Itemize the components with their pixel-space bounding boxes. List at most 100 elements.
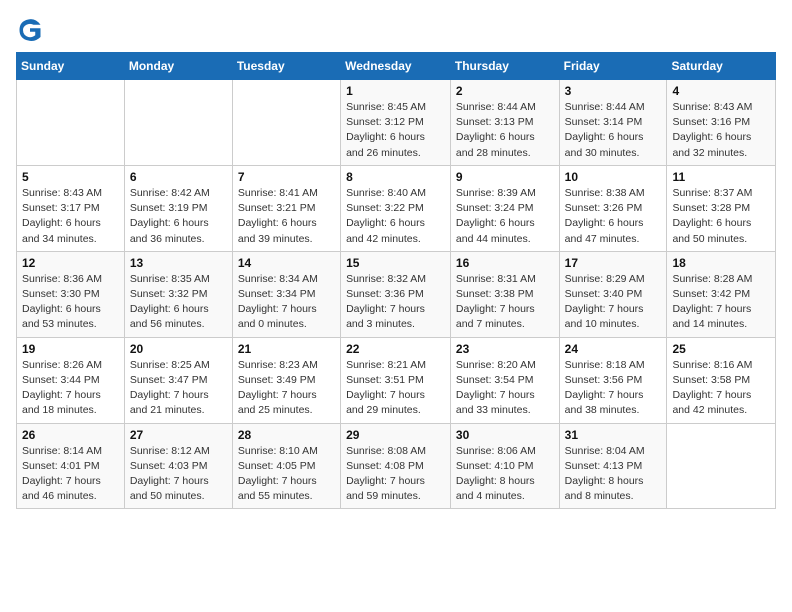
day-info: Sunrise: 8:42 AM Sunset: 3:19 PM Dayligh… xyxy=(130,186,227,247)
day-info: Sunrise: 8:12 AM Sunset: 4:03 PM Dayligh… xyxy=(130,444,227,505)
day-number: 12 xyxy=(22,256,119,270)
day-number: 22 xyxy=(346,342,445,356)
day-info: Sunrise: 8:21 AM Sunset: 3:51 PM Dayligh… xyxy=(346,358,445,419)
week-row-3: 12Sunrise: 8:36 AM Sunset: 3:30 PM Dayli… xyxy=(17,251,776,337)
weekday-header-row: SundayMondayTuesdayWednesdayThursdayFrid… xyxy=(17,53,776,80)
day-cell: 9 Sunrise: 8:39 AM Sunset: 3:24 PM Daylig… xyxy=(450,165,559,251)
day-cell: 27 Sunrise: 8:12 AM Sunset: 4:03 PM Dayli… xyxy=(124,423,232,509)
weekday-header-friday: Friday xyxy=(559,53,667,80)
day-cell: 10 Sunrise: 8:38 AM Sunset: 3:26 PM Dayli… xyxy=(559,165,667,251)
weekday-header-sunday: Sunday xyxy=(17,53,125,80)
day-info: Sunrise: 8:26 AM Sunset: 3:44 PM Dayligh… xyxy=(22,358,119,419)
day-cell xyxy=(232,80,340,166)
day-number: 30 xyxy=(456,428,554,442)
day-number: 20 xyxy=(130,342,227,356)
day-number: 11 xyxy=(672,170,770,184)
day-info: Sunrise: 8:44 AM Sunset: 3:13 PM Dayligh… xyxy=(456,100,554,161)
page-header xyxy=(16,16,776,44)
day-cell: 21 Sunrise: 8:23 AM Sunset: 3:49 PM Dayli… xyxy=(232,337,340,423)
day-number: 31 xyxy=(565,428,662,442)
day-cell: 5Sunrise: 8:43 AM Sunset: 3:17 PM Daylig… xyxy=(17,165,125,251)
day-number: 24 xyxy=(565,342,662,356)
day-info: Sunrise: 8:31 AM Sunset: 3:38 PM Dayligh… xyxy=(456,272,554,333)
day-number: 13 xyxy=(130,256,227,270)
day-cell: 16Sunrise: 8:31 AM Sunset: 3:38 PM Dayli… xyxy=(450,251,559,337)
day-cell: 2Sunrise: 8:44 AM Sunset: 3:13 PM Daylig… xyxy=(450,80,559,166)
day-cell: 25 Sunrise: 8:16 AM Sunset: 3:58 PM Dayli… xyxy=(667,337,776,423)
day-cell: 7Sunrise: 8:41 AM Sunset: 3:21 PM Daylig… xyxy=(232,165,340,251)
day-info: Sunrise: 8:43 AM Sunset: 3:16 PM Dayligh… xyxy=(672,100,770,161)
day-info: Sunrise: 8:38 AM Sunset: 3:26 PM Dayligh… xyxy=(565,186,662,247)
day-cell: 28 Sunrise: 8:10 AM Sunset: 4:05 PM Dayli… xyxy=(232,423,340,509)
day-number: 15 xyxy=(346,256,445,270)
day-info: Sunrise: 8:14 AM Sunset: 4:01 PM Dayligh… xyxy=(22,444,119,505)
day-cell: 8 Sunrise: 8:40 AM Sunset: 3:22 PM Daylig… xyxy=(341,165,451,251)
day-number: 19 xyxy=(22,342,119,356)
logo-icon xyxy=(16,16,44,44)
week-row-5: 26 Sunrise: 8:14 AM Sunset: 4:01 PM Dayli… xyxy=(17,423,776,509)
day-number: 26 xyxy=(22,428,119,442)
day-number: 29 xyxy=(346,428,445,442)
day-info: Sunrise: 8:08 AM Sunset: 4:08 PM Dayligh… xyxy=(346,444,445,505)
day-cell: 19 Sunrise: 8:26 AM Sunset: 3:44 PM Dayli… xyxy=(17,337,125,423)
day-info: Sunrise: 8:32 AM Sunset: 3:36 PM Dayligh… xyxy=(346,272,445,333)
day-info: Sunrise: 8:10 AM Sunset: 4:05 PM Dayligh… xyxy=(238,444,335,505)
day-number: 23 xyxy=(456,342,554,356)
day-cell: 13 Sunrise: 8:35 AM Sunset: 3:32 PM Dayli… xyxy=(124,251,232,337)
day-number: 25 xyxy=(672,342,770,356)
day-cell: 1 Sunrise: 8:45 AM Sunset: 3:12 PM Daylig… xyxy=(341,80,451,166)
week-row-4: 19 Sunrise: 8:26 AM Sunset: 3:44 PM Dayli… xyxy=(17,337,776,423)
day-info: Sunrise: 8:44 AM Sunset: 3:14 PM Dayligh… xyxy=(565,100,662,161)
day-number: 5 xyxy=(22,170,119,184)
day-info: Sunrise: 8:39 AM Sunset: 3:24 PM Dayligh… xyxy=(456,186,554,247)
day-cell xyxy=(17,80,125,166)
day-number: 28 xyxy=(238,428,335,442)
day-number: 7 xyxy=(238,170,335,184)
week-row-2: 5Sunrise: 8:43 AM Sunset: 3:17 PM Daylig… xyxy=(17,165,776,251)
weekday-header-saturday: Saturday xyxy=(667,53,776,80)
logo xyxy=(16,16,48,44)
day-number: 21 xyxy=(238,342,335,356)
day-info: Sunrise: 8:18 AM Sunset: 3:56 PM Dayligh… xyxy=(565,358,662,419)
day-cell xyxy=(667,423,776,509)
day-info: Sunrise: 8:34 AM Sunset: 3:34 PM Dayligh… xyxy=(238,272,335,333)
day-info: Sunrise: 8:06 AM Sunset: 4:10 PM Dayligh… xyxy=(456,444,554,505)
day-cell: 31 Sunrise: 8:04 AM Sunset: 4:13 PM Dayli… xyxy=(559,423,667,509)
day-cell: 24 Sunrise: 8:18 AM Sunset: 3:56 PM Dayli… xyxy=(559,337,667,423)
weekday-header-thursday: Thursday xyxy=(450,53,559,80)
day-info: Sunrise: 8:16 AM Sunset: 3:58 PM Dayligh… xyxy=(672,358,770,419)
day-info: Sunrise: 8:40 AM Sunset: 3:22 PM Dayligh… xyxy=(346,186,445,247)
day-cell: 12Sunrise: 8:36 AM Sunset: 3:30 PM Dayli… xyxy=(17,251,125,337)
day-info: Sunrise: 8:37 AM Sunset: 3:28 PM Dayligh… xyxy=(672,186,770,247)
day-number: 3 xyxy=(565,84,662,98)
day-number: 1 xyxy=(346,84,445,98)
day-cell: 30 Sunrise: 8:06 AM Sunset: 4:10 PM Dayli… xyxy=(450,423,559,509)
day-number: 10 xyxy=(565,170,662,184)
day-info: Sunrise: 8:35 AM Sunset: 3:32 PM Dayligh… xyxy=(130,272,227,333)
day-cell: 15 Sunrise: 8:32 AM Sunset: 3:36 PM Dayli… xyxy=(341,251,451,337)
day-number: 6 xyxy=(130,170,227,184)
day-cell: 20 Sunrise: 8:25 AM Sunset: 3:47 PM Dayli… xyxy=(124,337,232,423)
day-info: Sunrise: 8:04 AM Sunset: 4:13 PM Dayligh… xyxy=(565,444,662,505)
day-info: Sunrise: 8:25 AM Sunset: 3:47 PM Dayligh… xyxy=(130,358,227,419)
day-info: Sunrise: 8:45 AM Sunset: 3:12 PM Dayligh… xyxy=(346,100,445,161)
day-cell: 4 Sunrise: 8:43 AM Sunset: 3:16 PM Daylig… xyxy=(667,80,776,166)
day-number: 17 xyxy=(565,256,662,270)
day-cell: 26 Sunrise: 8:14 AM Sunset: 4:01 PM Dayli… xyxy=(17,423,125,509)
day-cell: 18Sunrise: 8:28 AM Sunset: 3:42 PM Dayli… xyxy=(667,251,776,337)
day-cell: 29 Sunrise: 8:08 AM Sunset: 4:08 PM Dayli… xyxy=(341,423,451,509)
day-info: Sunrise: 8:23 AM Sunset: 3:49 PM Dayligh… xyxy=(238,358,335,419)
weekday-header-tuesday: Tuesday xyxy=(232,53,340,80)
weekday-header-monday: Monday xyxy=(124,53,232,80)
day-number: 27 xyxy=(130,428,227,442)
day-number: 4 xyxy=(672,84,770,98)
day-cell: 3 Sunrise: 8:44 AM Sunset: 3:14 PM Daylig… xyxy=(559,80,667,166)
day-cell: 23Sunrise: 8:20 AM Sunset: 3:54 PM Dayli… xyxy=(450,337,559,423)
day-number: 14 xyxy=(238,256,335,270)
day-cell: 17 Sunrise: 8:29 AM Sunset: 3:40 PM Dayli… xyxy=(559,251,667,337)
day-number: 9 xyxy=(456,170,554,184)
day-number: 8 xyxy=(346,170,445,184)
calendar-table: SundayMondayTuesdayWednesdayThursdayFrid… xyxy=(16,52,776,509)
weekday-header-wednesday: Wednesday xyxy=(341,53,451,80)
day-info: Sunrise: 8:29 AM Sunset: 3:40 PM Dayligh… xyxy=(565,272,662,333)
